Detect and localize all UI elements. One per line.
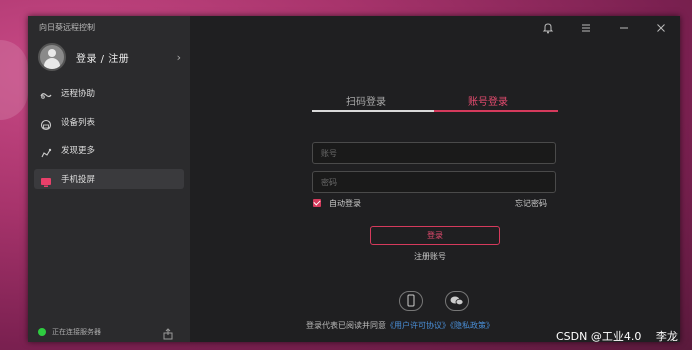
- auto-login-checkbox[interactable]: [313, 199, 321, 207]
- forgot-password-link[interactable]: 忘记密码: [515, 198, 547, 209]
- login-button[interactable]: 登录: [370, 226, 500, 245]
- login-register-button[interactable]: 登录 / 注册 ›: [38, 43, 183, 71]
- share-icon[interactable]: [162, 325, 174, 340]
- user-agreement-link[interactable]: 《用户许可协议》: [386, 321, 450, 330]
- chevron-right-icon: ›: [176, 50, 181, 64]
- phone-login-button[interactable]: [399, 291, 423, 311]
- privacy-policy-link[interactable]: 《隐私政策》: [450, 321, 494, 330]
- avatar: [38, 43, 66, 71]
- watermark: CSDN @工业4.0 李龙: [556, 330, 678, 343]
- tab-qr-login[interactable]: 扫码登录: [346, 93, 386, 108]
- sidebar-nav: 远程协助 设备列表 发现更多 手机投屏: [34, 83, 184, 197]
- wechat-login-button[interactable]: [445, 291, 469, 311]
- account-input[interactable]: [312, 142, 556, 164]
- minimize-icon[interactable]: [617, 20, 631, 34]
- sidebar-item-label: 手机投屏: [61, 174, 96, 185]
- sidebar-item-label: 发现更多: [61, 146, 96, 156]
- menu-icon[interactable]: [579, 20, 593, 34]
- sidebar-item-phone-cast[interactable]: 手机投屏: [34, 168, 184, 189]
- connection-status: 正在连接服务器: [38, 327, 101, 337]
- status-text: 正在连接服务器: [52, 328, 101, 336]
- app-title: 向日葵远程控制: [39, 23, 95, 32]
- sidebar-item-label: 远程协助: [61, 89, 96, 99]
- tab-underline-active: [434, 110, 558, 112]
- sidebar: 向日葵远程控制 登录 / 注册 › 远程协助 设备列表 发现更多 手机投屏 正在…: [28, 16, 190, 342]
- sidebar-item-remote-assist[interactable]: 远程协助: [34, 83, 184, 103]
- sidebar-item-device-list[interactable]: 设备列表: [34, 112, 184, 132]
- agreement-text: 登录代表已阅读并同意《用户许可协议》《隐私政策》: [306, 320, 494, 331]
- register-link[interactable]: 注册账号: [414, 251, 446, 262]
- tab-account-login[interactable]: 账号登录: [468, 93, 508, 108]
- tab-underline: [312, 110, 434, 112]
- login-register-label: 登录 / 注册: [76, 53, 130, 65]
- auto-login-label: 自动登录: [329, 199, 361, 208]
- sidebar-item-label: 设备列表: [61, 117, 96, 128]
- phone-cast-icon: [40, 173, 52, 187]
- background-decoration: [0, 40, 28, 120]
- device-list-icon: [40, 116, 52, 130]
- sidebar-item-discover[interactable]: 发现更多: [34, 140, 184, 160]
- discover-icon: [40, 144, 52, 158]
- app-window: 向日葵远程控制 登录 / 注册 › 远程协助 设备列表 发现更多 手机投屏 正在…: [28, 16, 680, 342]
- remote-assist-icon: [40, 87, 52, 99]
- password-input[interactable]: [312, 171, 556, 193]
- bell-icon[interactable]: [541, 20, 555, 34]
- close-icon[interactable]: [654, 20, 668, 34]
- login-tabs: 扫码登录 账号登录: [312, 93, 558, 112]
- agreement-prefix: 登录代表已阅读并同意: [306, 321, 386, 330]
- status-dot-icon: [38, 328, 46, 336]
